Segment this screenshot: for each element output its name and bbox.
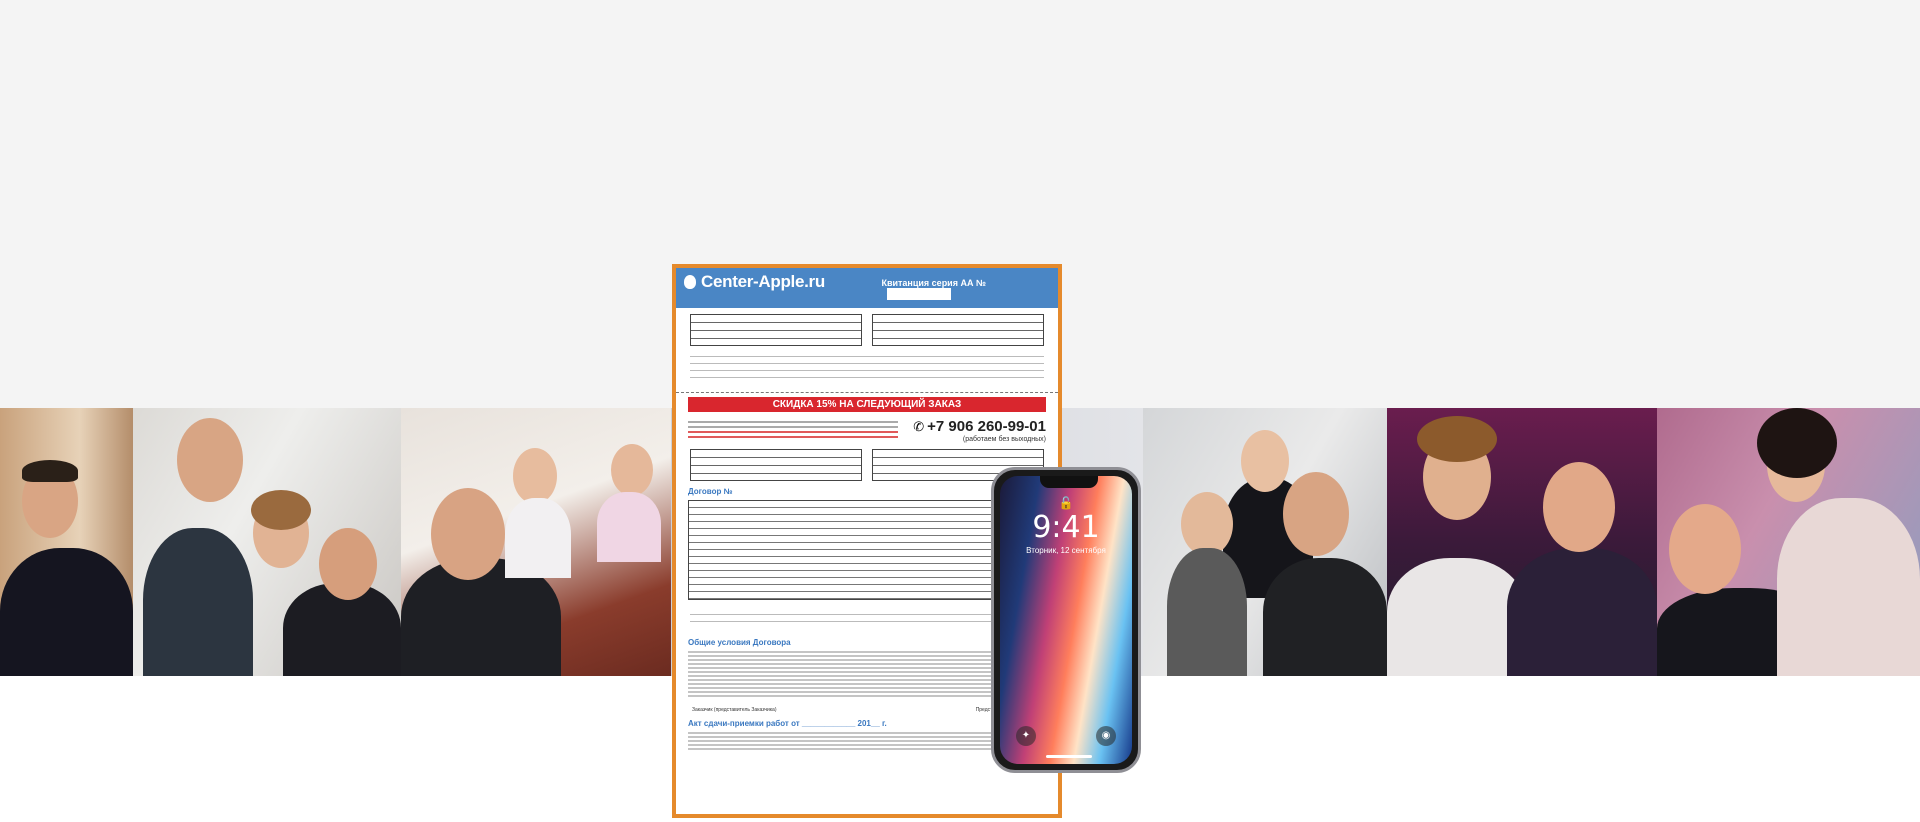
lock-screen-date: Вторник, 12 сентября [1026,546,1106,555]
discount-banner: СКИДКА 15% НА СЛЕДУЮЩИЙ ЗАКАЗ [688,397,1046,412]
customer-signature-label: Заказчик (представитель Заказчика) [692,707,777,713]
company-details [688,418,898,443]
cut-line [676,392,1058,393]
receipt-logo: Center-Apple.ru [684,272,867,292]
receipt-brand: Center-Apple.ru [701,272,825,291]
photo-group-selfie [1143,408,1387,676]
apple-logo-icon [684,275,696,289]
phone-block: ✆ +7 906 260-99-01 (работаем без выходных… [913,418,1046,443]
contact-row: ✆ +7 906 260-99-01 (работаем без выходных… [676,412,1058,443]
receipt-number-box [887,288,952,300]
smartphone: 🔓 9:41 Вторник, 12 сентября ✦ ◉ [991,467,1141,773]
photo-two-young-men [1387,408,1657,676]
photo-man-and-woman-phone [1657,408,1920,676]
photo-man-in-dark-sweater [0,408,133,676]
photo-couple-thumbs-up [133,408,401,676]
client-table [690,449,862,481]
receipt-header: Center-Apple.ru Квитанция серия АА № [676,268,1058,308]
phone-icon: ✆ [913,419,925,434]
lock-screen: 🔓 9:41 Вторник, 12 сентября ✦ ◉ [1000,476,1132,764]
works-table [690,314,862,346]
phone-number: +7 906 260-99-01 [927,418,1046,435]
camera-icon[interactable]: ◉ [1096,726,1116,746]
receipt-title: Квитанция серия АА № [881,278,1050,300]
receipt-summary-tables [676,308,1058,346]
materials-table [872,314,1044,346]
unlock-icon: 🔓 [1058,496,1074,510]
home-indicator[interactable] [1046,755,1092,758]
receipt-fields [676,346,1058,388]
phone-note: (работаем без выходных) [962,436,1046,443]
phone-notch [1040,476,1098,488]
receipt-title-text: Квитанция серия АА № [881,278,987,288]
lock-screen-time: 9:41 [1032,510,1100,545]
photo-man-with-kids [401,408,671,676]
flashlight-icon[interactable]: ✦ [1016,726,1036,746]
